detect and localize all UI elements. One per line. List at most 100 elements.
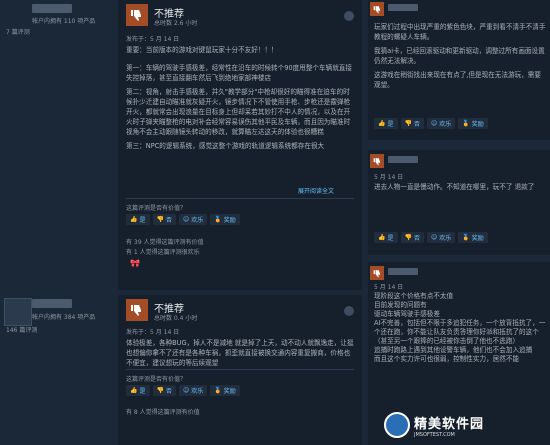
reviewer-review-count[interactable]: 7 篇评测 (6, 27, 30, 36)
vote-no-label: 否 (165, 388, 172, 395)
thumbs-down-small-icon: 👎 (404, 120, 412, 127)
vote-yes-label: 是 (387, 235, 394, 242)
award-button[interactable]: 🏅 奖励 (210, 385, 240, 396)
reviewer-owned-products: 帐户内拥有 384 项产品 (32, 314, 96, 321)
vote-yes-button[interactable]: 👍 是 (374, 232, 398, 243)
award-label: 奖励 (223, 388, 236, 395)
divider (126, 369, 354, 370)
vote-no-button[interactable]: 👎 否 (400, 118, 424, 129)
review-paragraph: 重要：当前版本的游戏对键鼠玩家十分不友好！！！ (126, 46, 278, 54)
review-paragraph: 追捕时跑路上遇到其他设警车辆，他们也不会加入追捕 (374, 346, 533, 354)
award-icon: 🏅 (214, 387, 222, 394)
reviewer-name-redacted[interactable] (32, 299, 72, 308)
watermark-url: JMSOFTEST.COM (414, 431, 455, 438)
watermark-logo-icon (384, 412, 410, 438)
reviewer-review-count[interactable]: 146 篇评测 (6, 325, 37, 334)
review-paragraph: 现阶段这个价格有点不太值 (374, 292, 454, 300)
award-button[interactable]: 🏅 奖励 (458, 232, 488, 243)
vote-yes-label: 是 (139, 217, 146, 224)
steam-icon (344, 11, 354, 21)
award-icon: 🏅 (214, 216, 222, 223)
thumbs-up-icon: 👍 (130, 387, 138, 394)
reviewer-name-redacted[interactable] (388, 156, 418, 163)
review-paragraph: 第三：NPC的逻辑系统，感觉这整个游戏的轨道逻辑系统都存在很大 (126, 142, 325, 150)
review-paragraph: 第一：车辆的驾驶手感极差，经常性在沿车的时候转个90度甩整个车辆就直接失控掉落，… (126, 64, 352, 82)
vote-buttons: 👍 是 👎 否 ☺ 欢乐 🏅 奖励 (374, 232, 488, 243)
review-1: 不推荐 总时数 2.6 小时 发布于：5 月 14 日 重要：当前版本的游戏对键… (118, 0, 362, 290)
helpful-count: 有 39 人觉得这篇评测有价值 (126, 239, 204, 246)
thumbs-up-icon: 👍 (378, 120, 386, 127)
vote-funny-label: 欢乐 (191, 388, 204, 395)
review-paragraph: 第二：视角，射击手感极差，并久"教学部分"中枪却很好的瞄得准在迫车的时候扑少迁建… (126, 88, 351, 136)
divider (126, 198, 354, 199)
smile-icon: ☺ (183, 387, 190, 394)
vote-no-label: 否 (165, 217, 172, 224)
funny-count: 有 1 人觉得这篇评测很欢乐 (126, 249, 200, 256)
reviewer-name-redacted[interactable] (32, 4, 72, 13)
review-paragraph: 我猜ai卡，已经回滚驱动和更新驱动，调整过所有画面设置仍然无法解决。 (374, 47, 545, 65)
review-body: 现阶段这个价格有点不太值 目前发现的问题有 驱动车辆驾驶手感极差 AI不完善，包… (374, 292, 546, 364)
reviewer-owned-products: 帐户内拥有 110 项产品 (32, 18, 96, 25)
vote-funny-label: 欢乐 (439, 235, 452, 242)
vote-no-button[interactable]: 👎 否 (152, 214, 176, 225)
thumbs-down-icon (126, 4, 148, 26)
award-label: 奖励 (223, 217, 236, 224)
vote-yes-button[interactable]: 👍 是 (126, 214, 150, 225)
vote-no-button[interactable]: 👎 否 (400, 232, 424, 243)
award-icon: 🏅 (462, 234, 470, 241)
award-icon: 🏅 (462, 120, 470, 127)
review-paragraph: AI不完善，包括但不限于多追犯任务，一个放背抵抗了，一个还在跑，你不能让队友负责… (374, 319, 546, 345)
review-hours: 总时数 2.6 小时 (154, 20, 198, 27)
thumbs-up-icon: 👍 (130, 216, 138, 223)
site-watermark: 精美软件园 JMSOFTEST.COM (384, 412, 484, 438)
helpful-count: 有 8 人觉得这篇评测有价值 (126, 409, 200, 416)
vote-no-label: 否 (413, 121, 420, 128)
reviewer-name-redacted[interactable] (388, 268, 418, 275)
review-date: 5 月 14 日 (374, 284, 404, 291)
vote-funny-button[interactable]: ☺ 欢乐 (179, 385, 208, 396)
steam-icon (344, 306, 354, 316)
vote-buttons: 👍 是 👎 否 ☺ 欢乐 🏅 奖励 (126, 214, 240, 225)
vote-funny-button[interactable]: ☺ 欢乐 (427, 118, 456, 129)
award-emoji-icon: 🎀 (130, 259, 140, 268)
vote-funny-button[interactable]: ☺ 欢乐 (427, 232, 456, 243)
review-hours: 总时数 0.4 小时 (154, 315, 198, 322)
review-body: 进去人物一直是慢动作。不知道在哪里，玩不了 退款了 (374, 182, 546, 196)
thumbs-down-small-icon: 👎 (156, 387, 164, 394)
review-paragraph: 体验极差，各种BUG，掉人不是减地 就是掉了上天，动不动人就飘逸走，让挺也想偏你… (126, 339, 354, 367)
review-paragraph: 玩家们过程中出现严重的紫色色块，严重到看不清手不清手教程的螺疑人车辆。 (374, 23, 546, 41)
award-label: 奖励 (471, 235, 484, 242)
smile-icon: ☺ (183, 216, 190, 223)
vote-no-button[interactable]: 👎 否 (152, 385, 176, 396)
vote-yes-button[interactable]: 👍 是 (126, 385, 150, 396)
thumbs-up-icon: 👍 (378, 234, 386, 241)
review-paragraph: 而且这个实力许可也很弱，控制性实力，居然不能 (374, 355, 520, 363)
vote-yes-button[interactable]: 👍 是 (374, 118, 398, 129)
thumbs-down-icon (370, 154, 384, 168)
helpful-question: 这篇评测是否有价值？ (126, 376, 187, 383)
review-paragraph: 驱动车辆驾驶手感极差 (374, 310, 440, 318)
thumbs-down-small-icon: 👎 (404, 234, 412, 241)
right-review-2: 5 月 14 日 进去人物一直是慢动作。不知道在哪里，玩不了 退款了 👍 是 👎 否… (368, 150, 550, 255)
vote-no-label: 否 (413, 235, 420, 242)
thumbs-down-icon (126, 299, 148, 321)
reviewer-name-redacted[interactable] (388, 4, 418, 11)
award-button[interactable]: 🏅 奖励 (458, 118, 488, 129)
review-paragraph: 这游戏在稍街找出来现在有点了,但是现在无法游玩，需要观望。 (374, 71, 541, 89)
review-body: 玩家们过程中出现严重的紫色色块，严重到看不清手不清手教程的螺疑人车辆。 我猜ai… (374, 22, 546, 94)
smile-icon: ☺ (431, 120, 438, 127)
vote-buttons: 👍 是 👎 否 ☺ 欢乐 🏅 奖励 (126, 385, 240, 396)
award-button[interactable]: 🏅 奖励 (210, 214, 240, 225)
right-review-1: 玩家们过程中出现严重的紫色色块，严重到看不清手不清手教程的螺疑人车辆。 我猜ai… (368, 0, 550, 140)
vote-buttons: 👍 是 👎 否 ☺ 欢乐 🏅 奖励 (374, 118, 488, 129)
review-date: 发布于：5 月 14 日 (126, 329, 180, 336)
vote-funny-button[interactable]: ☺ 欢乐 (179, 214, 208, 225)
thumbs-down-icon (370, 2, 384, 16)
review-paragraph: 进去人物一直是慢动作。不知道在哪里，玩不了 退款了 (374, 183, 535, 191)
thumbs-down-small-icon: 👎 (156, 216, 164, 223)
smile-icon: ☺ (431, 234, 438, 241)
read-more-link[interactable]: 展开阅读全文 (298, 186, 334, 195)
reviewer-avatar[interactable] (4, 298, 32, 326)
watermark-name: 精美软件园 (414, 416, 485, 432)
helpful-question: 这篇评测是否有价值？ (126, 205, 187, 212)
